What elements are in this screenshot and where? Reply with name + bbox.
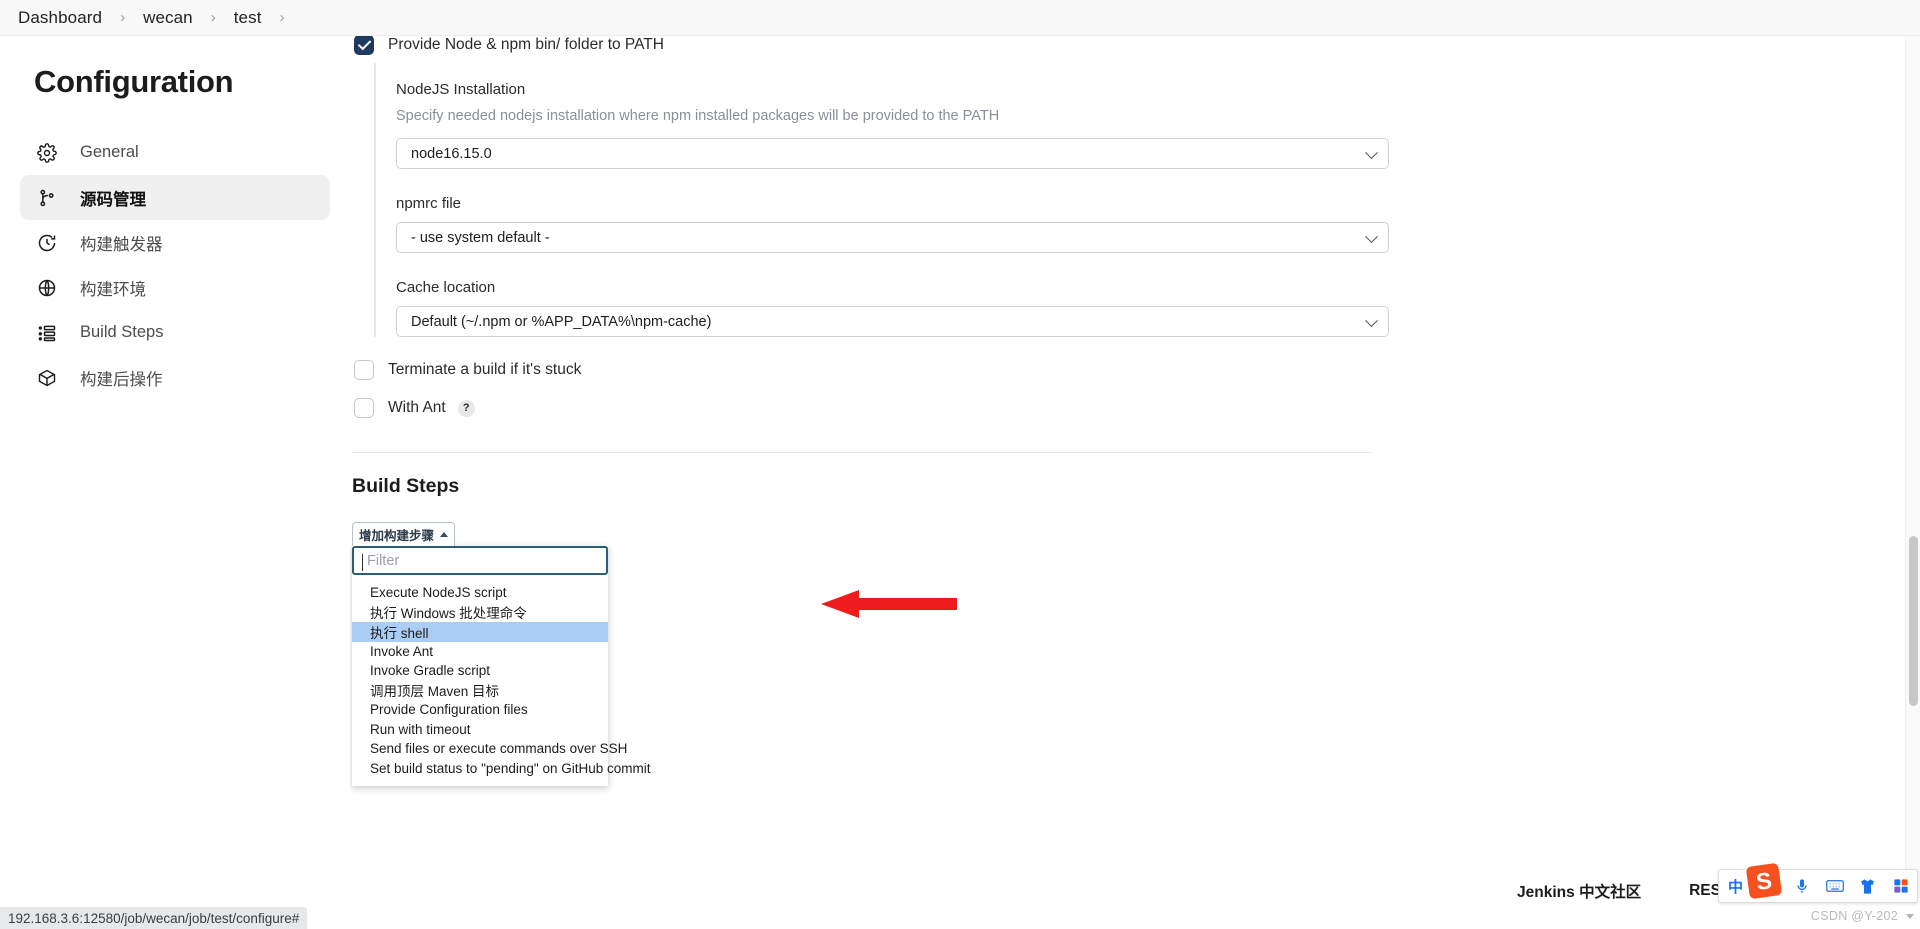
list-item[interactable]: Invoke Ant — [352, 642, 608, 662]
option-label: Invoke Gradle script — [370, 663, 491, 679]
chevron-down-icon — [1365, 145, 1378, 159]
sidebar-item-source-control[interactable]: 源码管理 — [20, 175, 330, 220]
list-item[interactable]: Invoke Gradle script — [352, 661, 608, 681]
globe-icon — [36, 277, 58, 299]
sidebar-item-label: Build Steps — [80, 323, 164, 341]
mic-icon[interactable] — [1791, 876, 1812, 897]
option-label: Execute NodeJS script — [370, 585, 507, 601]
list-item[interactable]: Send files or execute commands over SSH — [352, 739, 627, 759]
with-ant-checkbox[interactable] — [354, 398, 374, 418]
sidebar-nav: General 源码管理 构建触发器 构建环境 Build Steps 构建后操… — [0, 130, 350, 400]
breadcrumb-separator-icon: › — [210, 9, 216, 26]
breadcrumb-separator-icon: › — [120, 9, 126, 26]
ime-chinese-icon[interactable]: 中 — [1725, 876, 1746, 897]
option-label: Invoke Ant — [370, 643, 434, 659]
option-label: Provide Configuration files — [370, 702, 528, 718]
sidebar-item-label: 构建后操作 — [80, 370, 163, 389]
list-item[interactable]: Execute NodeJS script — [352, 583, 608, 603]
keyboard-icon[interactable] — [1824, 876, 1845, 897]
apps-icon[interactable] — [1890, 876, 1911, 897]
status-bar-url: 192.168.3.6:12580/job/wecan/job/test/con… — [0, 907, 308, 929]
terminate-build-label: Terminate a build if it's stuck — [388, 361, 582, 378]
add-build-step-label: 增加构建步骤 — [358, 529, 434, 543]
chevron-up-icon — [440, 532, 448, 537]
list-item[interactable]: Run with timeout — [352, 720, 608, 740]
list-item[interactable]: 执行 Windows 批处理命令 — [352, 603, 608, 623]
vertical-scrollbar[interactable] — [1905, 36, 1920, 896]
option-label: 执行 shell — [370, 625, 429, 641]
sidebar-item-label: 构建环境 — [80, 280, 146, 299]
nodejs-settings-block: NodeJS Installation Specify needed nodej… — [374, 63, 1920, 337]
npmrc-file-value: - use system default - — [411, 229, 550, 246]
add-build-step-panel: Filter Execute NodeJS script 执行 Windows … — [352, 546, 650, 786]
option-label: 执行 Windows 批处理命令 — [370, 606, 527, 622]
app-window: Dashboard › wecan › test › Configuration… — [0, 0, 1920, 929]
add-build-step-dropdown: 增加构建步骤 Filter Execute NodeJS script 执行 W… — [352, 522, 650, 786]
text-cursor — [362, 554, 363, 571]
breadcrumb-item-test[interactable]: test — [234, 8, 262, 28]
provide-node-row: Provide Node & npm bin/ folder to PATH — [354, 36, 1920, 55]
terminate-build-row: Terminate a build if it's stuck — [354, 360, 1920, 380]
package-icon — [36, 367, 58, 389]
page-title: Configuration — [34, 64, 234, 99]
shirt-icon[interactable] — [1857, 876, 1878, 897]
sidebar-item-label: 构建触发器 — [80, 235, 163, 254]
breadcrumb: Dashboard › wecan › test › — [0, 0, 1920, 36]
cache-location-label: Cache location — [396, 279, 496, 296]
sidebar: Configuration General 源码管理 构建触发器 构建环境 Bu… — [0, 36, 350, 929]
nodejs-installation-value: node16.15.0 — [411, 145, 492, 162]
chevron-down-icon — [1365, 313, 1378, 327]
chevron-down-icon — [1365, 229, 1378, 243]
scrollbar-thumb[interactable] — [1909, 536, 1918, 706]
watermark: CSDN @Y-202 — [1810, 909, 1898, 923]
nodejs-installation-select[interactable]: node16.15.0 — [396, 138, 1389, 169]
build-step-options-list: Execute NodeJS script 执行 Windows 批处理命令 执… — [352, 575, 650, 786]
clock-icon — [36, 232, 58, 254]
cache-location-value: Default (~/.npm or %APP_DATA%\npm-cache) — [411, 313, 712, 330]
option-label: 调用顶层 Maven 目标 — [370, 684, 500, 700]
option-label: Send files or execute commands over SSH — [370, 741, 628, 757]
list-item-execute-shell[interactable]: 执行 shell — [352, 622, 608, 642]
sidebar-item-post-build-actions[interactable]: 构建后操作 — [20, 355, 330, 400]
tray-expand-icon[interactable] — [1906, 914, 1914, 919]
main-content: Provide Node & npm bin/ folder to PATH N… — [350, 36, 1920, 929]
build-steps-title: Build Steps — [352, 475, 460, 497]
sidebar-item-build-environment[interactable]: 构建环境 — [20, 265, 330, 310]
sidebar-item-label: General — [80, 143, 139, 161]
sidebar-item-build-triggers[interactable]: 构建触发器 — [20, 220, 330, 265]
option-label: Set build status to "pending" on GitHub … — [370, 760, 651, 776]
filter-placeholder: Filter — [367, 552, 400, 569]
sidebar-item-label: 源码管理 — [80, 190, 146, 209]
option-label: Run with timeout — [370, 721, 471, 737]
list-icon — [36, 322, 58, 344]
npmrc-file-label: npmrc file — [396, 195, 462, 212]
nodejs-installation-description: Specify needed nodejs installation where… — [396, 108, 1000, 124]
jenkins-community-link[interactable]: Jenkins 中文社区 — [1517, 880, 1641, 902]
add-build-step-button[interactable]: 增加构建步骤 — [352, 522, 455, 546]
nodejs-installation-label: NodeJS Installation — [396, 81, 526, 98]
gear-icon — [36, 142, 58, 164]
with-ant-label: With Ant — [388, 399, 446, 416]
list-item[interactable]: 调用顶层 Maven 目标 — [352, 681, 608, 701]
provide-node-checkbox[interactable] — [354, 36, 374, 55]
with-ant-row: With Ant ? — [354, 398, 1920, 418]
branch-icon — [36, 187, 58, 209]
breadcrumb-item-dashboard[interactable]: Dashboard — [18, 8, 102, 28]
filter-input[interactable]: Filter — [352, 546, 608, 575]
annotation-arrow-icon — [821, 590, 957, 618]
list-item[interactable]: Provide Configuration files — [352, 700, 608, 720]
provide-node-label: Provide Node & npm bin/ folder to PATH — [388, 36, 664, 53]
section-divider — [352, 452, 1372, 453]
sidebar-item-build-steps[interactable]: Build Steps — [20, 310, 330, 355]
list-item[interactable]: Set build status to "pending" on GitHub … — [352, 759, 650, 779]
sogou-logo-icon: S — [1746, 863, 1782, 899]
cache-location-select[interactable]: Default (~/.npm or %APP_DATA%\npm-cache) — [396, 306, 1389, 337]
terminate-build-checkbox[interactable] — [354, 360, 374, 380]
breadcrumb-item-wecan[interactable]: wecan — [143, 8, 193, 28]
npmrc-file-select[interactable]: - use system default - — [396, 222, 1389, 253]
breadcrumb-separator-icon: › — [279, 9, 285, 26]
help-icon[interactable]: ? — [457, 399, 475, 417]
sidebar-item-general[interactable]: General — [20, 130, 330, 175]
